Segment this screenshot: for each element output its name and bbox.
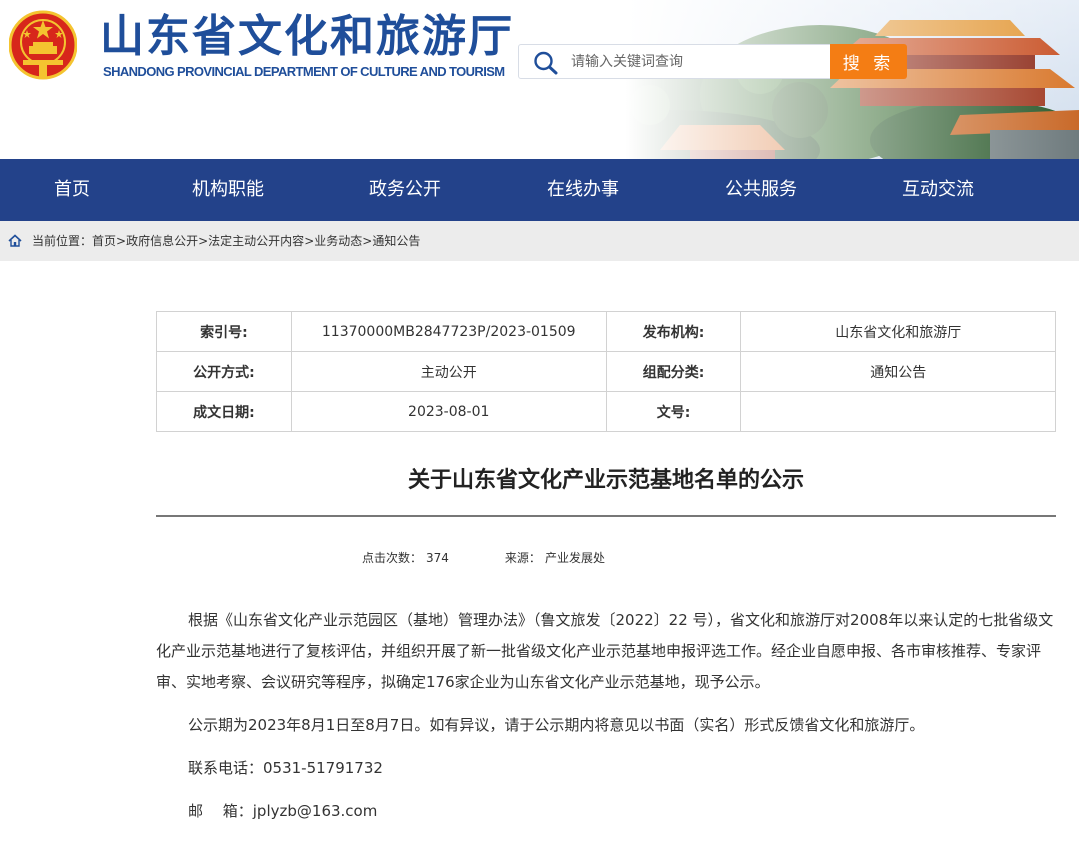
publisher-label: 发布机构: xyxy=(605,311,742,352)
article-paragraph: 根据《山东省文化产业示范园区（基地）管理办法》（鲁文旅发〔2022〕22 号），… xyxy=(156,611,1054,691)
views-label: 点击次数： xyxy=(362,551,423,565)
nav-item-public-services[interactable]: 公共服务 xyxy=(668,159,854,221)
index-label: 索引号: xyxy=(156,311,292,352)
article-paragraph: 公示期为2023年8月1日至8月7日。如有异议，请于公示期内将意见以书面（实名）… xyxy=(188,716,925,734)
date-value: 2023-08-01 xyxy=(290,391,607,432)
main-nav: 首页 机构职能 政务公开 在线办事 公共服务 互动交流 xyxy=(0,159,1079,221)
article-meta: 点击次数： 374 来源： 产业发展处 xyxy=(362,549,605,566)
views-count: 374 xyxy=(426,551,449,565)
source-value: 产业发展处 xyxy=(544,551,605,565)
home-icon xyxy=(8,234,22,247)
nav-item-home[interactable]: 首页 xyxy=(0,159,144,221)
breadcrumb: 当前位置：首页>政府信息公开>法定主动公开内容>业务动态>通知公告 xyxy=(0,221,1079,261)
category-label: 组配分类: xyxy=(605,351,742,392)
site-title-english: SHANDONG PROVINCIAL DEPARTMENT OF CULTUR… xyxy=(103,64,505,79)
table-row: 成文日期: 2023-08-01 文号: xyxy=(156,391,1056,432)
breadcrumb-notices[interactable]: 通知公告 xyxy=(372,234,420,248)
nav-item-online-services[interactable]: 在线办事 xyxy=(498,159,668,221)
search-input[interactable] xyxy=(571,45,827,78)
national-emblem-icon xyxy=(9,10,77,80)
title-divider xyxy=(156,515,1056,517)
open-mode-label: 公开方式: xyxy=(156,351,292,392)
breadcrumb-statutory-content[interactable]: 法定主动公开内容 xyxy=(208,234,304,248)
breadcrumb-gov-info[interactable]: 政府信息公开 xyxy=(126,234,198,248)
category-value: 通知公告 xyxy=(740,351,1056,392)
index-value: 11370000MB2847723P/2023-01509 xyxy=(290,311,607,352)
breadcrumb-label: 当前位置： xyxy=(32,234,93,248)
nav-item-organization[interactable]: 机构职能 xyxy=(144,159,312,221)
contact-phone: 联系电话：0531-51791732 xyxy=(188,759,383,777)
table-row: 索引号: 11370000MB2847723P/2023-01509 发布机构:… xyxy=(156,311,1056,352)
open-mode-value: 主动公开 xyxy=(290,351,607,392)
contact-email: 邮 箱：jplyzb@163.com xyxy=(188,802,378,820)
site-header: 山东省文化和旅游厅 SHANDONG PROVINCIAL DEPARTMENT… xyxy=(0,0,1079,159)
date-label: 成文日期: xyxy=(156,391,292,432)
breadcrumb-home[interactable]: 首页 xyxy=(92,234,116,248)
doc-number-label: 文号: xyxy=(605,391,742,432)
breadcrumb-business-news[interactable]: 业务动态 xyxy=(314,234,362,248)
article-title: 关于山东省文化产业示范基地名单的公示 xyxy=(407,468,804,493)
nav-item-interaction[interactable]: 互动交流 xyxy=(854,159,1022,221)
publisher-value: 山东省文化和旅游厅 xyxy=(740,311,1056,352)
nav-item-government-affairs[interactable]: 政务公开 xyxy=(312,159,498,221)
search-icon[interactable] xyxy=(533,51,559,75)
source-label: 来源： xyxy=(504,551,541,565)
site-title: 山东省文化和旅游厅 xyxy=(100,11,514,62)
search-box: 搜 索 xyxy=(518,44,907,79)
table-row: 公开方式: 主动公开 组配分类: 通知公告 xyxy=(156,351,1056,392)
document-info-table: 索引号: 11370000MB2847723P/2023-01509 发布机构:… xyxy=(156,311,1056,432)
search-button[interactable]: 搜 索 xyxy=(830,44,907,79)
article-body: 根据《山东省文化产业示范园区（基地）管理办法》（鲁文旅发〔2022〕22 号），… xyxy=(156,605,1056,839)
doc-number-value xyxy=(740,391,1056,432)
